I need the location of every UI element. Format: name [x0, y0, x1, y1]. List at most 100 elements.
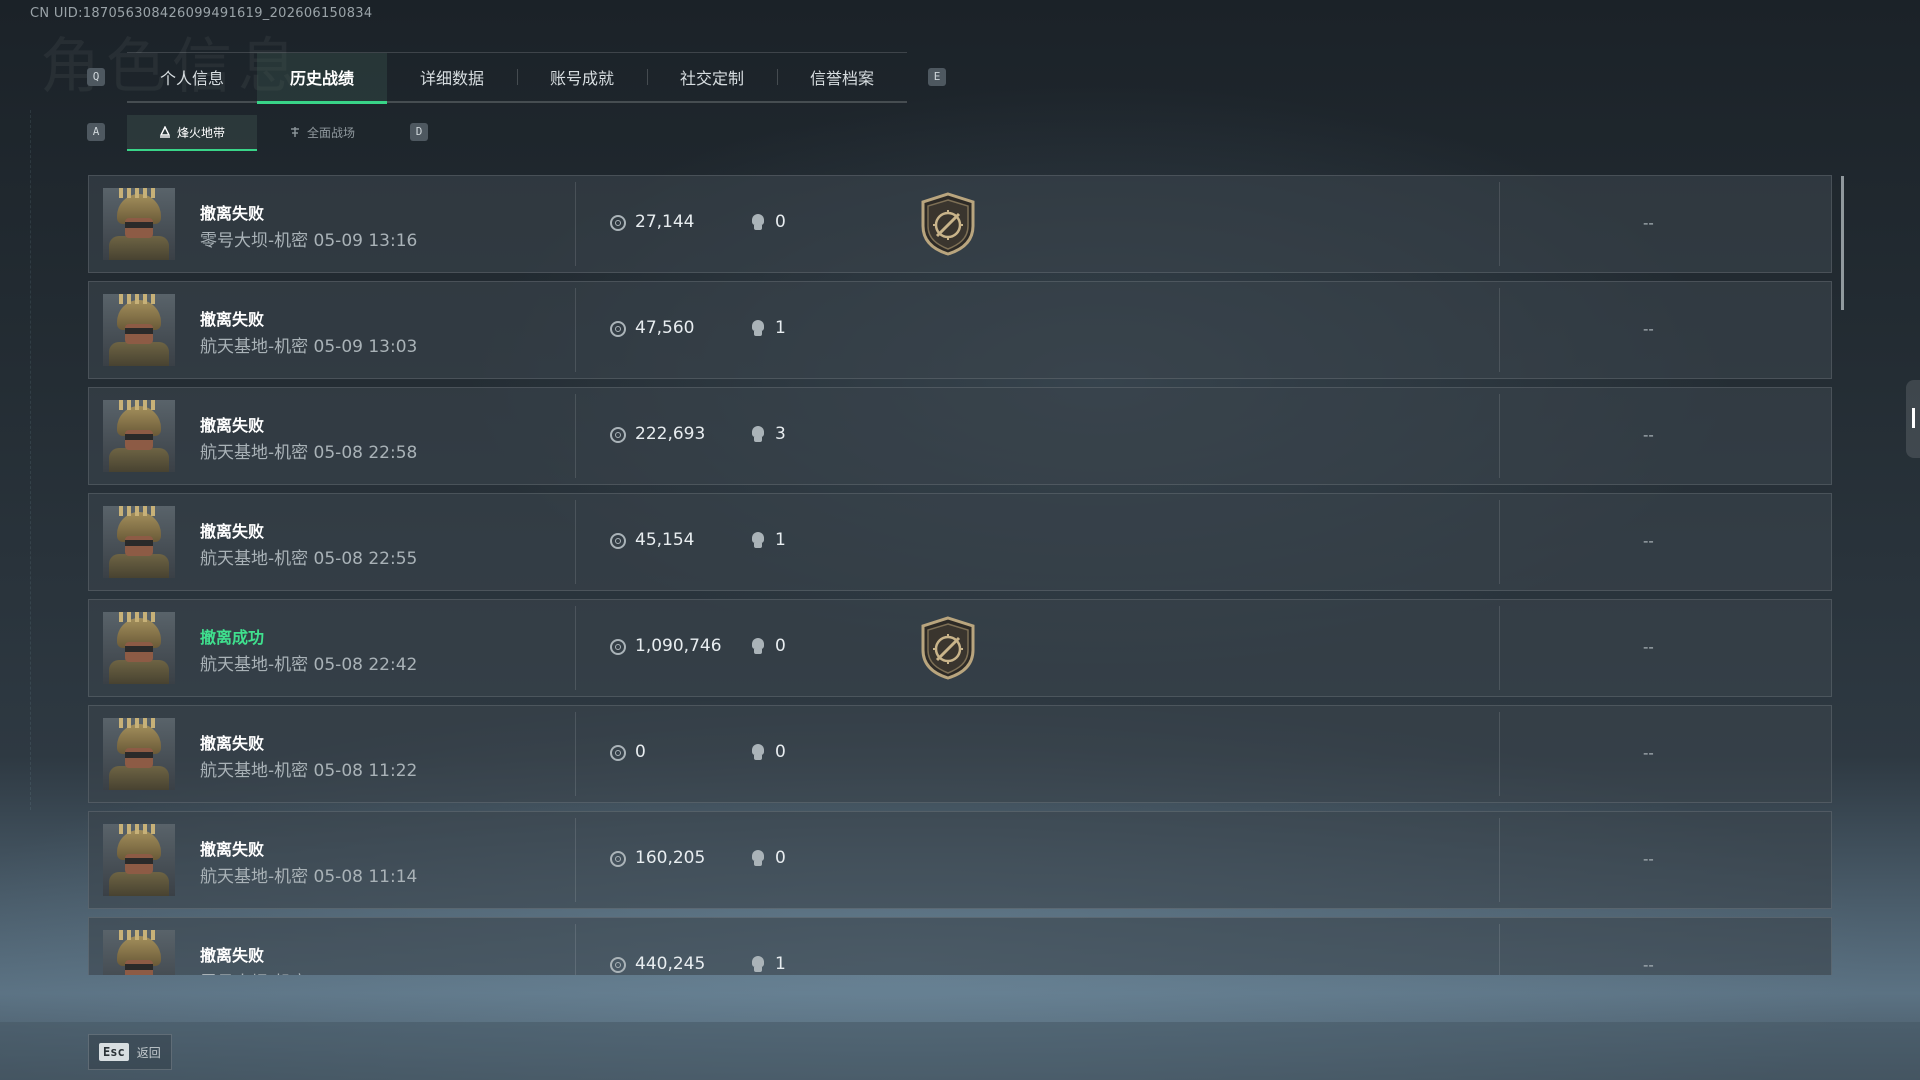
map-name: 航天基地-机密	[200, 761, 309, 781]
match-record-row[interactable]: 撤离失败 航天基地-机密 05-08 22:55 45,154 1 --	[88, 493, 1832, 591]
skull-icon	[751, 426, 765, 444]
extraction-status: 撤离成功	[200, 628, 265, 647]
operator-avatar	[103, 506, 175, 578]
match-time: 05-08 11:14	[313, 867, 418, 887]
extraction-status: 撤离失败	[200, 734, 265, 753]
shield-compass-badge-icon	[921, 616, 975, 680]
key-hint-prev-subtab[interactable]: A	[87, 123, 105, 141]
match-record-row[interactable]: 撤离失败零号大坝-机密 05-08 11:08 440,245 1 --	[88, 917, 1832, 975]
skull-icon	[751, 320, 765, 338]
loot-value: 222,693	[635, 424, 706, 444]
row-divider	[1499, 500, 1500, 584]
row-divider	[1499, 606, 1500, 690]
subtab-1[interactable]: 全面战场	[257, 115, 387, 149]
tab-4[interactable]: 社交定制	[647, 53, 777, 101]
match-record-row[interactable]: 撤离失败 零号大坝-机密 05-09 13:16 27,144 0 --	[88, 175, 1832, 273]
row-divider	[575, 500, 576, 584]
tab-0[interactable]: 个人信息	[127, 53, 257, 101]
skull-icon	[751, 638, 765, 656]
esc-key-hint: Esc	[99, 1043, 129, 1061]
tab-5[interactable]: 信誉档案	[777, 53, 907, 101]
key-hint-next-subtab[interactable]: D	[410, 123, 428, 141]
row-divider	[575, 288, 576, 372]
extraction-status: 撤离失败	[200, 416, 265, 435]
key-hint-next-tab[interactable]: E	[928, 68, 946, 86]
key-hint-prev-tab[interactable]: Q	[87, 68, 105, 86]
kill-count: 3	[775, 424, 786, 444]
loot-value: 0	[635, 742, 646, 762]
row-divider	[1499, 394, 1500, 478]
loot-value: 45,154	[635, 530, 695, 550]
back-label: 返回	[136, 1045, 161, 1060]
extra-value: --	[1643, 532, 1654, 550]
map-time: 零号大坝-机密 05-09 13:16	[200, 226, 417, 251]
kill-count: 0	[775, 212, 786, 232]
coin-icon	[610, 957, 626, 973]
map-name: 航天基地-机密	[200, 655, 309, 675]
side-panel-handle[interactable]	[1906, 380, 1920, 458]
row-divider	[1499, 712, 1500, 796]
list-scrollbar[interactable]	[1841, 176, 1844, 310]
loot-value: 47,560	[635, 318, 695, 338]
match-record-row[interactable]: 撤离成功 航天基地-机密 05-08 22:42 1,090,746 0 --	[88, 599, 1832, 697]
kill-count: 0	[775, 636, 786, 656]
bottom-bar	[0, 1022, 1920, 1080]
kill-count: 0	[775, 848, 786, 868]
coin-icon	[610, 427, 626, 443]
operator-avatar	[103, 718, 175, 790]
map-name: 航天基地-机密	[200, 443, 309, 463]
extra-value: --	[1643, 426, 1654, 444]
extra-value: --	[1643, 850, 1654, 868]
extraction-status: 撤离失败	[200, 310, 265, 329]
back-button[interactable]: Esc 返回	[88, 1034, 172, 1070]
map-time: 航天基地-机密 05-08 11:22	[200, 756, 417, 781]
match-time: 05-08 11:22	[313, 761, 418, 781]
row-divider	[575, 606, 576, 690]
match-record-row[interactable]: 撤离失败 航天基地-机密 05-08 11:14 160,205 0 --	[88, 811, 1832, 909]
skull-icon	[751, 956, 765, 974]
match-time: 05-09 13:03	[313, 337, 418, 357]
skull-icon	[751, 214, 765, 232]
map-time: 零号大坝-机密 05-08 11:08	[200, 968, 417, 975]
skull-icon	[751, 744, 765, 762]
match-record-row[interactable]: 撤离失败 航天基地-机密 05-09 13:03 47,560 1 --	[88, 281, 1832, 379]
match-time: 05-08 22:58	[313, 443, 418, 463]
row-divider	[575, 182, 576, 266]
match-history-list[interactable]: 撤离失败 零号大坝-机密 05-09 13:16 27,144 0 -- 撤离失败 航天基地…	[88, 175, 1832, 975]
subtab-label: 全面战场	[306, 125, 355, 140]
extra-value: --	[1643, 744, 1654, 762]
coin-icon	[610, 851, 626, 867]
coin-icon	[610, 533, 626, 549]
map-name: 零号大坝-机密	[200, 973, 308, 975]
extraction-status: 撤离失败	[200, 204, 265, 223]
match-record-row[interactable]: 撤离失败航天基地-机密 05-08 11:22 0 0 --	[88, 705, 1832, 803]
map-name: 航天基地-机密	[200, 549, 309, 569]
row-divider	[575, 394, 576, 478]
subtab-label: 烽火地带	[176, 125, 225, 140]
map-name: 航天基地-机密	[200, 867, 309, 887]
map-time: 航天基地-机密 05-08 22:42	[200, 650, 417, 675]
map-time: 航天基地-机密 05-08 11:14	[200, 862, 417, 887]
fire-zone-icon	[159, 126, 171, 138]
kill-count: 0	[775, 742, 786, 762]
row-divider	[1499, 182, 1500, 266]
match-time: 05-08 11:08	[314, 973, 418, 975]
subtab-0[interactable]: 烽火地带	[127, 115, 257, 151]
row-divider	[1499, 924, 1500, 975]
mode-subtabs: 烽火地带 全面战场	[127, 115, 387, 151]
match-time: 05-09 13:16	[313, 231, 418, 251]
operator-avatar	[103, 824, 175, 896]
extraction-status: 撤离失败	[200, 946, 265, 965]
map-time: 航天基地-机密 05-08 22:55	[200, 544, 417, 569]
loot-value: 1,090,746	[635, 636, 722, 656]
operator-avatar	[103, 930, 175, 975]
tab-2[interactable]: 详细数据	[387, 53, 517, 101]
tab-3[interactable]: 账号成就	[517, 53, 647, 101]
battlefield-icon	[290, 127, 299, 137]
match-time: 05-08 22:55	[313, 549, 418, 569]
shield-compass-badge-icon	[921, 192, 975, 256]
tab-1[interactable]: 历史战绩	[257, 53, 387, 104]
match-record-row[interactable]: 撤离失败航天基地-机密 05-08 22:58 222,693 3 --	[88, 387, 1832, 485]
operator-avatar	[103, 188, 175, 260]
map-time: 航天基地-机密 05-08 22:58	[200, 438, 417, 463]
